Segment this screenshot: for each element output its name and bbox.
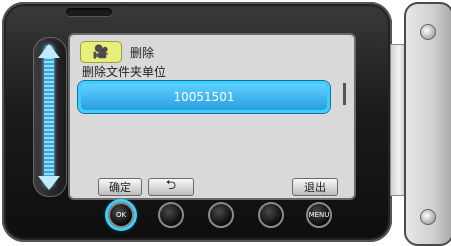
- title-row: 🎥 删除: [80, 41, 154, 63]
- screen-title: 删除: [130, 45, 155, 60]
- hardware-button-3[interactable]: [208, 202, 234, 228]
- confirm-button[interactable]: 确定: [98, 178, 142, 196]
- hardware-button-2[interactable]: [158, 202, 184, 228]
- top-slot: [66, 8, 112, 16]
- item-scroll-indicator: [343, 83, 346, 105]
- arrow-down-icon[interactable]: [38, 176, 60, 190]
- folder-name: 10051501: [173, 90, 235, 104]
- exit-button[interactable]: 退出: [292, 178, 338, 196]
- ok-button[interactable]: OK: [108, 202, 134, 228]
- arrow-up-icon[interactable]: [38, 44, 60, 58]
- hardware-button-4[interactable]: [258, 202, 284, 228]
- selected-folder-item[interactable]: 10051501: [78, 81, 330, 113]
- screw-icon: [420, 24, 436, 40]
- screw-icon: [420, 209, 436, 225]
- screen-subtitle: 删除文件夹单位: [82, 65, 167, 79]
- video-mode-icon: 🎥: [80, 41, 122, 63]
- back-button[interactable]: ⮌: [148, 177, 194, 196]
- side-panel: [404, 2, 451, 246]
- lcd-screen: 🎥 删除 删除文件夹单位 10051501 确定 ⮌ 退出: [68, 33, 356, 200]
- menu-button[interactable]: MENU: [306, 202, 332, 228]
- slider-bar[interactable]: [44, 45, 54, 187]
